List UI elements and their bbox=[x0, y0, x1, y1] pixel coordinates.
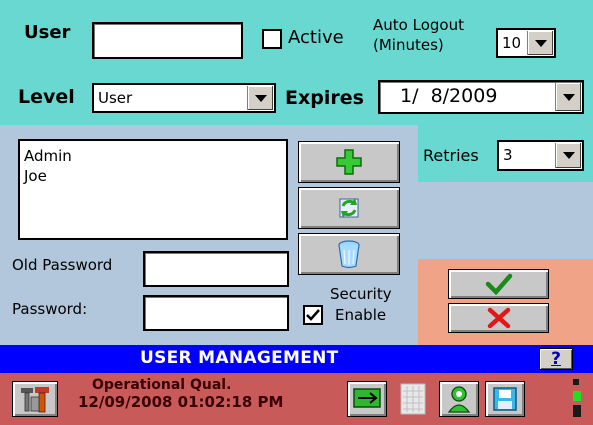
chevron-down-icon[interactable] bbox=[247, 86, 273, 110]
active-checkbox[interactable] bbox=[262, 29, 282, 49]
user-management-screen: User Active Auto Logout (Minutes) 10 Lev… bbox=[0, 0, 593, 425]
retries-label: Retries bbox=[423, 146, 479, 165]
old-password-label: Old Password bbox=[12, 256, 113, 274]
chevron-down-icon[interactable] bbox=[555, 83, 581, 111]
user-input[interactable] bbox=[92, 22, 243, 59]
status-line-1: Operational Qual. bbox=[92, 377, 232, 393]
grid-icon bbox=[400, 383, 426, 415]
level-label: Level bbox=[18, 86, 75, 108]
save-button[interactable] bbox=[485, 381, 525, 417]
person-icon bbox=[447, 386, 471, 413]
person-button[interactable] bbox=[439, 381, 479, 417]
refresh-button[interactable] bbox=[298, 187, 400, 229]
user-list[interactable]: Admin Joe bbox=[18, 139, 288, 240]
add-user-button[interactable] bbox=[298, 141, 400, 183]
title-bar: USER MANAGEMENT ? bbox=[0, 345, 593, 373]
trash-icon bbox=[338, 240, 360, 269]
list-item[interactable]: Joe bbox=[24, 166, 282, 186]
right-blue-panel bbox=[418, 182, 593, 259]
expires-date-select[interactable]: 1/ 8/2009 bbox=[378, 80, 584, 114]
help-icon: ? bbox=[551, 349, 561, 369]
active-label: Active bbox=[288, 27, 344, 48]
checkmark-icon bbox=[485, 273, 512, 295]
help-button[interactable]: ? bbox=[539, 348, 573, 370]
chevron-down-icon[interactable] bbox=[555, 143, 581, 168]
security-enable-checkbox[interactable] bbox=[303, 305, 323, 325]
status-bar: Operational Qual. 12/09/2008 01:02:18 PM bbox=[0, 373, 593, 425]
page-title: USER MANAGEMENT bbox=[140, 348, 339, 368]
user-label: User bbox=[24, 22, 71, 43]
status-indicator-icon bbox=[573, 379, 581, 419]
password-label: Password: bbox=[12, 300, 88, 318]
x-icon bbox=[487, 307, 510, 329]
enable-label: Enable bbox=[335, 306, 387, 324]
level-select[interactable]: User bbox=[92, 83, 276, 113]
ok-button[interactable] bbox=[448, 269, 549, 299]
network-button[interactable] bbox=[347, 381, 387, 417]
delete-user-button[interactable] bbox=[298, 233, 400, 275]
save-icon bbox=[493, 387, 517, 411]
cancel-button[interactable] bbox=[448, 303, 549, 333]
auto-logout-select[interactable]: 10 bbox=[496, 28, 556, 58]
grid-button[interactable] bbox=[393, 381, 433, 417]
tools-icon bbox=[21, 387, 49, 413]
status-line-2: 12/09/2008 01:02:18 PM bbox=[78, 393, 284, 411]
refresh-icon bbox=[339, 198, 359, 218]
password-input[interactable] bbox=[143, 295, 289, 331]
retries-select[interactable]: 3 bbox=[497, 140, 584, 171]
auto-logout-label: Auto Logout (Minutes) bbox=[373, 16, 464, 54]
checkmark-icon bbox=[306, 309, 320, 321]
expires-label: Expires bbox=[285, 87, 364, 109]
security-label: Security bbox=[330, 285, 392, 303]
old-password-input[interactable] bbox=[143, 251, 289, 287]
tools-button[interactable] bbox=[12, 381, 58, 417]
list-item[interactable]: Admin bbox=[24, 146, 282, 166]
network-icon bbox=[353, 388, 381, 408]
plus-icon bbox=[336, 149, 362, 175]
chevron-down-icon[interactable] bbox=[527, 31, 553, 55]
